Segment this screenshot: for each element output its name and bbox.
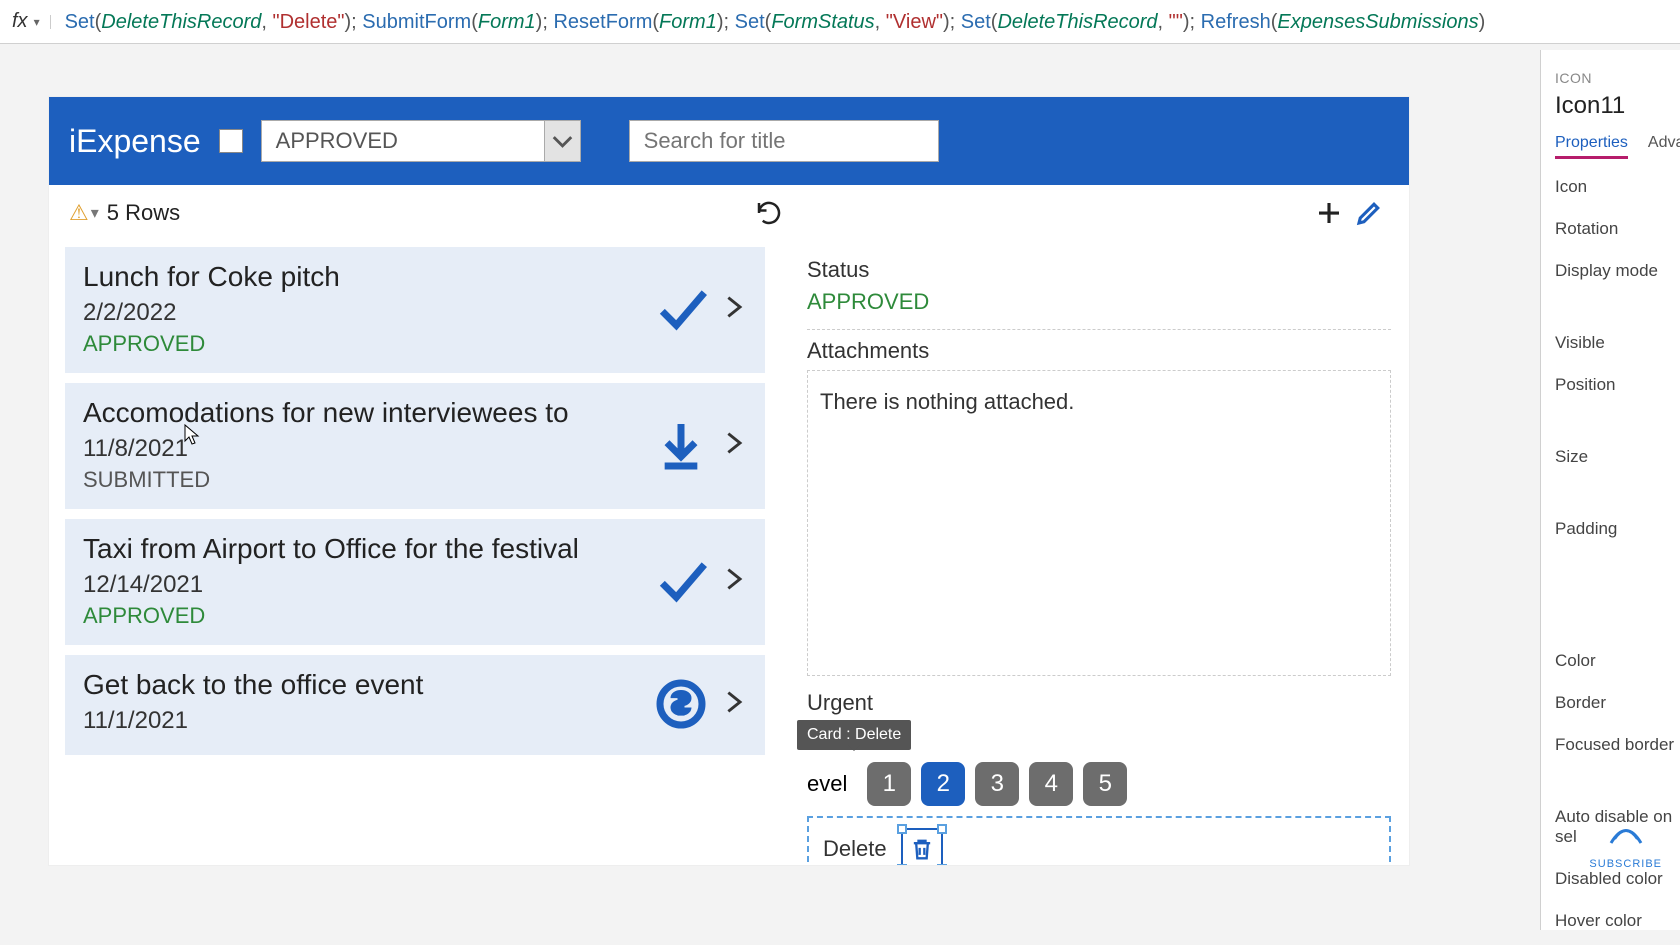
app-header: iExpense APPROVED — [49, 97, 1409, 185]
check-icon — [653, 553, 709, 609]
urgent-label: Urgent — [807, 690, 1391, 716]
delete-card[interactable]: Delete — [807, 816, 1391, 865]
prop-row[interactable]: Padding — [1555, 519, 1680, 539]
warning-icon: ⚠ — [69, 200, 89, 226]
download-icon — [653, 417, 709, 473]
item-date: 12/14/2021 — [83, 571, 643, 599]
list-item[interactable]: Get back to the office event 11/1/2021 — [65, 655, 765, 755]
item-title: Taxi from Airport to Office for the fest… — [83, 533, 643, 565]
dropdown-value: APPROVED — [262, 128, 544, 154]
attachments-empty: There is nothing attached. — [820, 389, 1074, 414]
chevron-down-icon[interactable] — [544, 121, 580, 161]
prop-section: ICON — [1555, 70, 1680, 86]
prop-row[interactable]: Display mode — [1555, 261, 1680, 281]
list-item[interactable]: Lunch for Coke pitch 2/2/2022 APPROVED — [65, 247, 765, 373]
app-title: iExpense — [69, 123, 201, 160]
level-button-2[interactable]: 2 — [921, 762, 965, 806]
formula-input[interactable]: Set(DeleteThisRecord, "Delete"); SubmitF… — [65, 9, 1486, 34]
level-label: evel — [807, 771, 847, 797]
prop-row[interactable]: Icon — [1555, 177, 1680, 197]
prop-row[interactable]: Disabled color — [1555, 869, 1680, 889]
prop-row[interactable]: Size — [1555, 447, 1680, 467]
delete-label: Delete — [823, 836, 887, 862]
level-button-4[interactable]: 4 — [1029, 762, 1073, 806]
level-button-3[interactable]: 3 — [975, 762, 1019, 806]
list-item[interactable]: Taxi from Airport to Office for the fest… — [65, 519, 765, 645]
control-name: Icon11 — [1555, 92, 1680, 120]
app-canvas: iExpense APPROVED ⚠ ▾ 5 Rows Lunch for C… — [48, 96, 1410, 866]
list-item[interactable]: Accomodations for new interviewees to 11/… — [65, 383, 765, 509]
filter-checkbox[interactable] — [219, 129, 243, 153]
edit-button[interactable] — [1349, 193, 1389, 233]
expense-list[interactable]: Lunch for Coke pitch 2/2/2022 APPROVED Acco… — [49, 241, 789, 865]
cursor-icon — [183, 423, 201, 447]
item-status: SUBMITTED — [83, 467, 643, 493]
subscribe-watermark: SUBSCRIBE — [1589, 813, 1662, 870]
item-date: 11/1/2021 — [83, 707, 643, 735]
tab-properties[interactable]: Properties — [1555, 134, 1628, 159]
prop-row[interactable]: Rotation — [1555, 219, 1680, 239]
attachments-box[interactable]: There is nothing attached. — [807, 370, 1391, 676]
money-icon — [653, 676, 709, 732]
prop-row[interactable]: Position — [1555, 375, 1680, 395]
detail-panel: Status APPROVED Attachments There is not… — [789, 241, 1409, 865]
search-input[interactable] — [629, 120, 939, 162]
item-title: Get back to the office event — [83, 669, 643, 701]
trash-icon[interactable] — [901, 828, 943, 865]
prop-row[interactable]: Border — [1555, 693, 1680, 713]
item-date: 11/8/2021 — [83, 435, 643, 463]
refresh-button[interactable] — [749, 193, 789, 233]
prop-row[interactable]: Color — [1555, 651, 1680, 671]
level-button-1[interactable]: 1 — [867, 762, 911, 806]
prop-row[interactable]: Hover color — [1555, 911, 1680, 930]
item-title: Accomodations for new interviewees to — [83, 397, 643, 429]
attachments-label: Attachments — [807, 338, 1391, 364]
properties-panel: ICON Icon11 Properties Adva Icon Rotation… — [1540, 50, 1680, 930]
status-value: APPROVED — [807, 289, 1391, 315]
fx-chevron-icon[interactable]: ▾ — [34, 15, 51, 29]
chevron-right-icon[interactable] — [719, 287, 747, 332]
card-tooltip: Card : Delete — [797, 720, 911, 750]
chevron-right-icon[interactable] — [719, 559, 747, 604]
item-date: 2/2/2022 — [83, 299, 643, 327]
list-toolbar: ⚠ ▾ 5 Rows — [49, 185, 1409, 241]
level-button-5[interactable]: 5 — [1083, 762, 1127, 806]
row-count: 5 Rows — [107, 200, 180, 226]
status-label: Status — [807, 257, 1391, 283]
main-split: Lunch for Coke pitch 2/2/2022 APPROVED Acco… — [49, 241, 1409, 865]
level-buttons: 12345 — [867, 762, 1127, 806]
chevron-right-icon[interactable] — [719, 682, 747, 727]
item-title: Lunch for Coke pitch — [83, 261, 643, 293]
item-status: APPROVED — [83, 603, 643, 629]
chevron-down-icon[interactable]: ▾ — [91, 203, 99, 223]
item-status: APPROVED — [83, 331, 643, 357]
formula-bar: fx ▾ Set(DeleteThisRecord, "Delete"); Su… — [0, 0, 1680, 44]
prop-row[interactable]: Visible — [1555, 333, 1680, 353]
chevron-right-icon[interactable] — [719, 423, 747, 468]
check-icon — [653, 281, 709, 337]
status-filter-dropdown[interactable]: APPROVED — [261, 120, 581, 162]
prop-row[interactable]: Focused border — [1555, 735, 1680, 755]
fx-icon[interactable]: fx — [6, 10, 34, 33]
add-button[interactable] — [1309, 193, 1349, 233]
tab-advanced[interactable]: Adva — [1648, 134, 1680, 159]
